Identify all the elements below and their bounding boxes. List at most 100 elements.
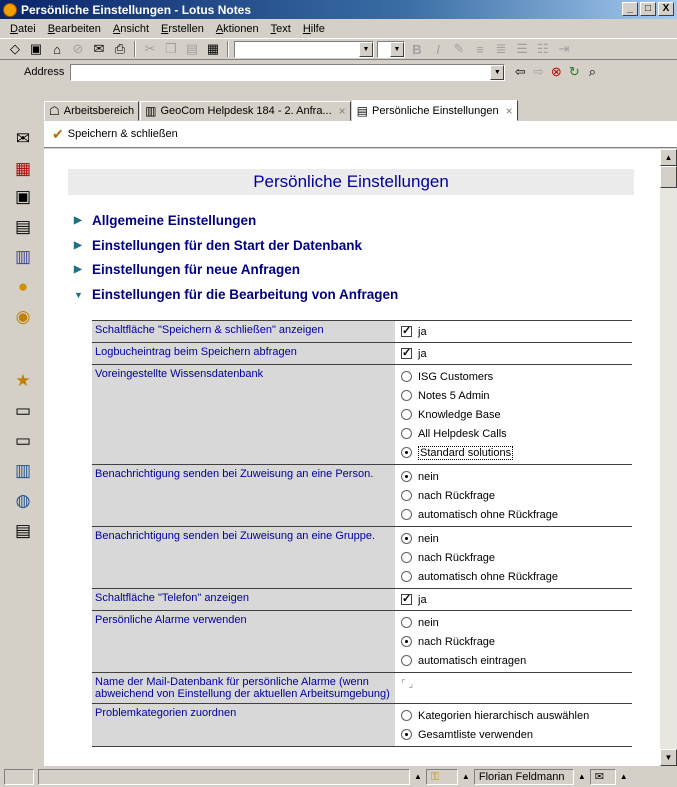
menu-ansicht[interactable]: Ansicht: [107, 23, 155, 35]
checkbox-checked[interactable]: ✓: [401, 348, 412, 359]
vertical-scrollbar[interactable]: ▲ ▼: [660, 149, 677, 766]
checkbox-checked[interactable]: ✓: [401, 326, 412, 337]
radio-button[interactable]: [401, 571, 412, 582]
refresh-icon[interactable]: ↻: [565, 64, 583, 80]
number-list-icon[interactable]: ☷: [534, 41, 552, 57]
menu-datei[interactable]: Datei: [4, 23, 42, 35]
databases-bookmark-icon[interactable]: ◉: [13, 307, 33, 327]
send-icon[interactable]: ✉: [90, 41, 108, 57]
radio-option[interactable]: nein: [401, 613, 626, 632]
menu-bearbeiten[interactable]: Bearbeiten: [42, 23, 107, 35]
text-field[interactable]: ⌜ ⌟: [401, 675, 626, 694]
clipboard-icon[interactable]: ▦: [204, 41, 222, 57]
location-user[interactable]: Florian Feldmann: [473, 768, 574, 785]
checkbox-option[interactable]: ✓ ja: [401, 591, 626, 608]
forward-arrow-icon[interactable]: ⇨: [529, 64, 547, 80]
radio-option[interactable]: Gesamtliste verwenden: [401, 725, 626, 744]
copy-icon[interactable]: ❐: [162, 41, 180, 57]
menu-text[interactable]: Text: [265, 23, 297, 35]
radio-button-selected[interactable]: [401, 729, 412, 740]
radio-option[interactable]: ISG Customers: [401, 367, 626, 386]
mail-inbox-icon[interactable]: ✉: [589, 768, 616, 785]
print-icon[interactable]: ⎙: [111, 41, 129, 57]
checkbox-option[interactable]: ✓ ja: [401, 323, 626, 340]
cut-icon[interactable]: ✂: [141, 41, 159, 57]
menu-erstellen[interactable]: Erstellen: [155, 23, 210, 35]
maximize-button[interactable]: □: [640, 2, 656, 16]
radio-option[interactable]: Notes 5 Admin: [401, 386, 626, 405]
indent-icon[interactable]: ⇥: [555, 41, 573, 57]
section-bearbeitung[interactable]: ▼ Einstellungen für die Bearbeitung von …: [74, 287, 398, 302]
scroll-thumb[interactable]: [660, 166, 677, 188]
favorites-bookmark-icon[interactable]: ●: [13, 277, 33, 297]
section-start-datenbank[interactable]: ▶ Einstellungen für den Start der Datenb…: [74, 238, 362, 253]
radio-option[interactable]: nach Rückfrage: [401, 486, 626, 505]
radio-button-selected[interactable]: [401, 636, 412, 647]
save-close-button[interactable]: Speichern & schließen: [68, 128, 178, 140]
folder-web-bookmark-icon[interactable]: ◍: [13, 491, 33, 511]
scroll-up-icon[interactable]: ▲: [660, 149, 677, 166]
tab-close-icon[interactable]: ×: [339, 104, 346, 118]
todo-bookmark-icon[interactable]: ▤: [13, 217, 33, 237]
search-icon[interactable]: ⌕: [583, 64, 601, 80]
minimize-button[interactable]: _: [622, 2, 638, 16]
radio-option[interactable]: automatisch ohne Rückfrage: [401, 505, 626, 524]
scroll-down-icon[interactable]: ▼: [660, 749, 677, 766]
radio-button[interactable]: [401, 428, 412, 439]
address-book-bookmark-icon[interactable]: ▣: [13, 187, 33, 207]
address-input[interactable]: ▼: [70, 63, 506, 81]
radio-button-selected[interactable]: [401, 447, 412, 458]
scroll-up-icon[interactable]: ▲: [414, 772, 422, 781]
bold-icon[interactable]: B: [408, 41, 426, 57]
radio-option[interactable]: nein: [401, 467, 626, 486]
scroll-up-icon[interactable]: ▲: [620, 772, 628, 781]
open-folder-icon[interactable]: ⌂: [48, 41, 66, 57]
mail-bookmark-icon[interactable]: ✉: [13, 129, 33, 149]
radio-option[interactable]: Kategorien hierarchisch auswählen: [401, 706, 626, 725]
scroll-up-icon[interactable]: ▲: [578, 772, 586, 781]
radio-option[interactable]: nach Rückfrage: [401, 548, 626, 567]
radio-button[interactable]: [401, 409, 412, 420]
radio-button-selected[interactable]: [401, 533, 412, 544]
radio-option[interactable]: nein: [401, 529, 626, 548]
radio-button[interactable]: [401, 655, 412, 666]
menu-aktionen[interactable]: Aktionen: [210, 23, 265, 35]
radio-option[interactable]: automatisch ohne Rückfrage: [401, 567, 626, 586]
folder-bookmark-icon[interactable]: ▭: [13, 401, 33, 421]
checkbox-checked[interactable]: ✓: [401, 594, 412, 605]
radio-button[interactable]: [401, 509, 412, 520]
close-window-button[interactable]: X: [658, 2, 674, 16]
tab-arbeitsbereich[interactable]: ☖ Arbeitsbereich: [44, 101, 140, 121]
radio-button[interactable]: [401, 490, 412, 501]
tab-geocom-helpdesk[interactable]: ▥ GeoCom Helpdesk 184 - 2. Anfra... ×: [140, 101, 351, 121]
back-arrow-icon[interactable]: ⇦: [511, 64, 529, 80]
radio-button[interactable]: [401, 617, 412, 628]
bullet-list-icon[interactable]: ☰: [513, 41, 531, 57]
font-size-dropdown[interactable]: ▼: [377, 40, 405, 58]
radio-button[interactable]: [401, 371, 412, 382]
radio-button[interactable]: [401, 552, 412, 563]
highlighter-icon[interactable]: ✎: [450, 41, 468, 57]
align-left-icon[interactable]: ≡: [471, 41, 489, 57]
radio-button[interactable]: [401, 390, 412, 401]
folder-notes-bookmark-icon[interactable]: ▤: [13, 521, 33, 541]
stop-icon[interactable]: ⊗: [547, 64, 565, 80]
tab-persoenliche-einstellungen[interactable]: ▤ Persönliche Einstellungen ×: [351, 100, 518, 121]
radio-option[interactable]: Standard solutions: [401, 443, 626, 462]
folder-bookmark-icon[interactable]: ▭: [13, 431, 33, 451]
align-center-icon[interactable]: ≣: [492, 41, 510, 57]
style-dropdown[interactable]: ▼: [234, 40, 374, 58]
menu-hilfe[interactable]: Hilfe: [297, 23, 331, 35]
folder-db-bookmark-icon[interactable]: ▥: [13, 461, 33, 481]
radio-option[interactable]: nach Rückfrage: [401, 632, 626, 651]
save-icon[interactable]: ▣: [27, 41, 45, 57]
radio-option[interactable]: All Helpdesk Calls: [401, 424, 626, 443]
folder-star-bookmark-icon[interactable]: ★: [13, 371, 33, 391]
diamond-icon[interactable]: ◇: [6, 41, 24, 57]
section-allgemeine[interactable]: ▶ Allgemeine Einstellungen: [74, 213, 256, 228]
radio-option[interactable]: automatisch eintragen: [401, 651, 626, 670]
radio-button-selected[interactable]: [401, 471, 412, 482]
radio-button[interactable]: [401, 710, 412, 721]
scroll-up-icon[interactable]: ▲: [462, 772, 470, 781]
checkbox-option[interactable]: ✓ ja: [401, 345, 626, 362]
